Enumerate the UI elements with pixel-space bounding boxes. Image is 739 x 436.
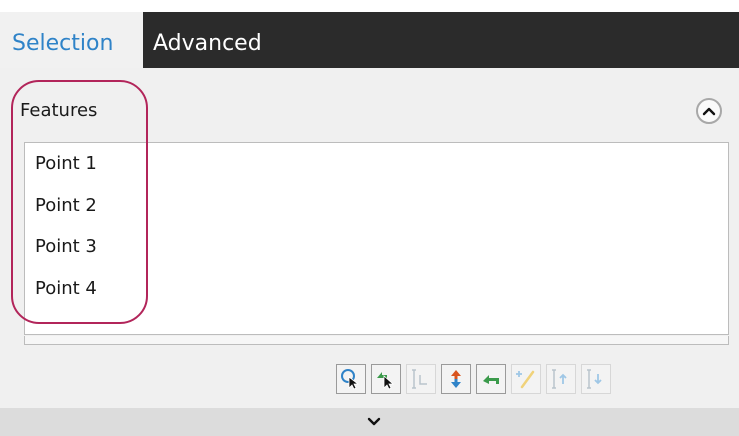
chevron-up-icon xyxy=(702,107,716,116)
select-area-button[interactable] xyxy=(336,364,366,394)
list-item[interactable]: Point 1 xyxy=(35,153,97,174)
tab-advanced[interactable]: Advanced xyxy=(143,12,293,68)
list-item[interactable]: Point 3 xyxy=(35,236,97,257)
list-item[interactable]: Point 4 xyxy=(35,278,97,299)
tab-selection[interactable]: Selection xyxy=(0,12,143,68)
move-down-icon xyxy=(587,369,602,389)
select-area-icon xyxy=(341,369,360,390)
flip-direction-button[interactable] xyxy=(441,364,471,394)
list-item[interactable]: Point 2 xyxy=(35,195,97,216)
collapse-button[interactable] xyxy=(696,98,722,124)
select-back-icon xyxy=(377,372,395,390)
measure-icon xyxy=(412,369,427,389)
top-strip xyxy=(0,0,739,12)
undo-icon xyxy=(483,375,499,384)
move-up-icon xyxy=(552,369,567,389)
chevron-down-icon xyxy=(367,417,381,426)
select-back-button[interactable] xyxy=(371,364,401,394)
features-list[interactable]: Point 1 Point 2 Point 3 Point 4 xyxy=(24,142,729,335)
move-up-button[interactable] xyxy=(546,364,576,394)
undo-button[interactable] xyxy=(476,364,506,394)
horizontal-scrollbar[interactable] xyxy=(24,336,729,345)
add-line-icon xyxy=(516,370,535,389)
expand-button[interactable] xyxy=(362,411,386,433)
move-down-button[interactable] xyxy=(581,364,611,394)
features-label: Features xyxy=(20,100,98,121)
add-line-button[interactable] xyxy=(511,364,541,394)
measure-button[interactable] xyxy=(406,364,436,394)
flip-direction-icon xyxy=(451,370,461,388)
tab-bar: Selection Advanced xyxy=(0,12,739,68)
